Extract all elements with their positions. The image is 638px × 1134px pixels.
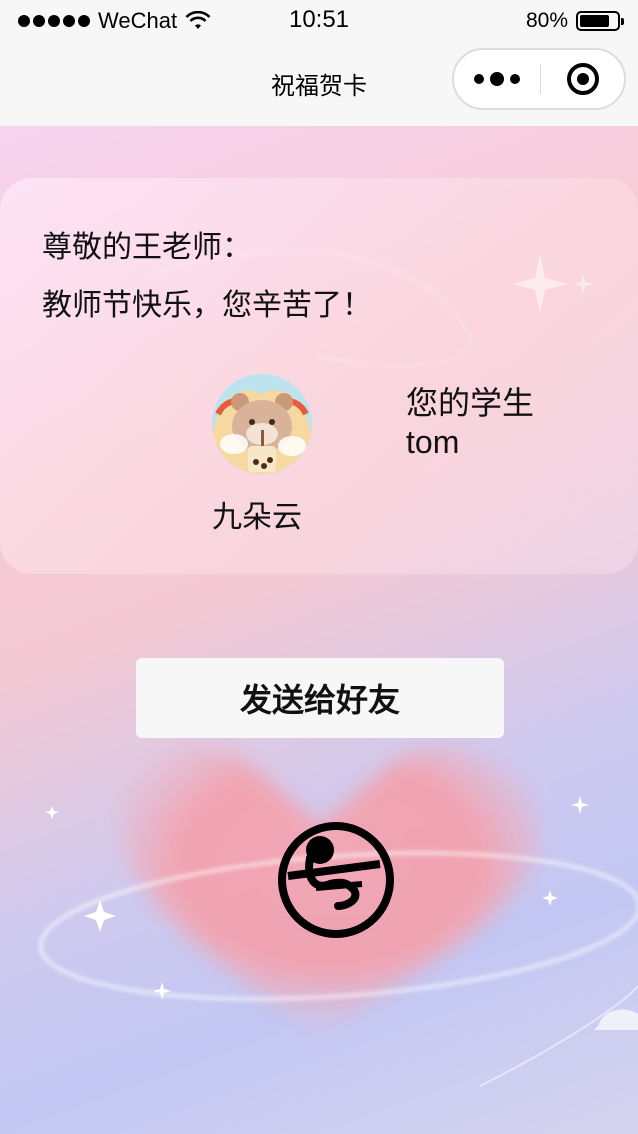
battery-percent: 80% (525, 9, 568, 32)
card-scene: 尊敬的王老师： 教师节快乐，您辛苦了！ 九朵云 您的学生 tom 发送给好友 (0, 126, 638, 1134)
send-to-friend-button[interactable]: 发送给好友 (136, 658, 504, 738)
greeting-card: 尊敬的王老师： 教师节快乐，您辛苦了！ 九朵云 您的学生 tom (0, 178, 638, 574)
miniprogram-capsule (452, 48, 626, 110)
music-toggle-icon[interactable] (276, 820, 396, 940)
more-dot-center (490, 72, 504, 86)
bear-avatar-icon (212, 374, 312, 474)
avatar-name: 九朵云 (212, 500, 302, 535)
avatar (212, 374, 312, 474)
greeting-message: 教师节快乐，您辛苦了！ (42, 288, 372, 323)
close-button[interactable] (541, 50, 624, 108)
more-dots-icon (474, 74, 484, 84)
status-right: 80% (525, 9, 624, 33)
battery-fill (580, 15, 609, 27)
more-button[interactable] (454, 50, 540, 108)
greeting-recipient: 尊敬的王老师： (42, 230, 252, 265)
more-dot-right (510, 74, 520, 84)
close-miniprogram-icon (566, 63, 599, 95)
signature-name: tom (406, 424, 460, 460)
battery-icon (576, 11, 624, 31)
nav-bar: 祝福贺卡 (0, 40, 638, 126)
status-bar: WeChat 10:51 80% (0, 0, 638, 40)
signature-label: 您的学生 (406, 384, 535, 422)
